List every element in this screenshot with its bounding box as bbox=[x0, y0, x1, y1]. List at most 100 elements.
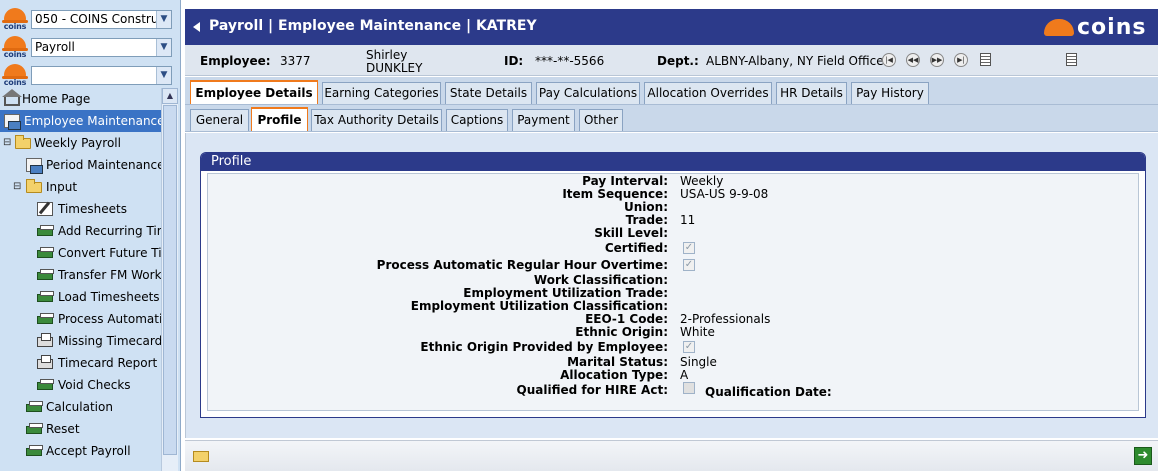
tab-pay-history[interactable]: Pay History bbox=[851, 82, 929, 104]
tab-content: Profile Pay Interval: Weekly Item Sequenc… bbox=[185, 133, 1158, 438]
scrollbar-thumb[interactable] bbox=[163, 105, 177, 455]
field-pay-interval: Pay Interval: Weekly bbox=[582, 174, 724, 188]
coins-logo: coins bbox=[2, 8, 28, 31]
tree-item-missing-timecard[interactable]: Missing Timecard bbox=[0, 330, 162, 352]
navigation-tree: Home Page Employee Maintenance ⊟ Weekly P… bbox=[0, 88, 162, 462]
field-union: Union: bbox=[624, 200, 668, 214]
calculator-icon[interactable] bbox=[980, 53, 991, 66]
coins-logo: coins bbox=[2, 36, 28, 59]
field-emp-util-trade: Employment Utilization Trade: bbox=[463, 286, 668, 300]
employee-label: Employee: bbox=[200, 54, 271, 68]
tab-payment[interactable]: Payment bbox=[512, 109, 575, 131]
employee-id: ***-**-5566 bbox=[535, 54, 605, 68]
tree-item-load-timesheets[interactable]: Load Timesheets bbox=[0, 286, 162, 308]
profile-form: Pay Interval: Weekly Item Sequence: USA-US… bbox=[207, 173, 1139, 411]
tree-item-reset[interactable]: Reset bbox=[0, 418, 162, 440]
allocation-type-value: A bbox=[680, 368, 689, 382]
edit-icon bbox=[37, 202, 53, 216]
last-record-icon[interactable]: ▶| bbox=[954, 53, 968, 67]
field-auto-overtime: Process Automatic Regular Hour Overtime:… bbox=[376, 258, 695, 272]
field-emp-util-classification: Employment Utilization Classification: bbox=[410, 299, 668, 313]
field-eeo1-code: EEO-1 Code: 2-Professionals bbox=[585, 312, 771, 326]
company-select[interactable]: 050 - COINS Constru ▼ bbox=[31, 10, 172, 29]
company-row: coins 050 - COINS Constru ▼ bbox=[0, 6, 180, 32]
trade-value: 11 bbox=[680, 213, 696, 227]
field-trade: Trade: 11 bbox=[625, 213, 696, 227]
tab-general[interactable]: General bbox=[190, 109, 249, 131]
folder-icon bbox=[26, 179, 42, 193]
id-label: ID: bbox=[504, 54, 524, 68]
tree-item-accept-payroll[interactable]: Accept Payroll bbox=[0, 440, 162, 462]
tree-item-period-maintenance[interactable]: Period Maintenance bbox=[0, 154, 162, 176]
tree-item-home-page[interactable]: Home Page bbox=[0, 88, 162, 110]
next-arrow-icon[interactable]: ➜ bbox=[1134, 447, 1152, 465]
tab-tax-authority-details[interactable]: Tax Authority Details bbox=[311, 109, 442, 131]
previous-record-icon[interactable]: ◀◀ bbox=[906, 53, 920, 67]
title-bar: Payroll | Employee Maintenance | KATREY … bbox=[185, 9, 1158, 45]
tab-earning-categories[interactable]: Earning Categories bbox=[322, 82, 441, 104]
tree-item-weekly-payroll[interactable]: ⊟ Weekly Payroll bbox=[0, 132, 162, 154]
tree-item-timecard-report[interactable]: Timecard Report bbox=[0, 352, 162, 374]
back-arrow-icon[interactable] bbox=[193, 22, 200, 32]
tab-captions[interactable]: Captions bbox=[446, 109, 508, 131]
next-record-icon[interactable]: ▶▶ bbox=[930, 53, 944, 67]
collapse-icon[interactable]: ⊟ bbox=[3, 132, 11, 154]
tree-item-input[interactable]: ⊟ Input bbox=[0, 176, 162, 198]
field-work-classification: Work Classification: bbox=[533, 273, 668, 287]
tab-pay-calculations[interactable]: Pay Calculations bbox=[536, 82, 640, 104]
sidebar-scrollbar[interactable]: ▲ bbox=[161, 88, 178, 471]
field-item-sequence: Item Sequence: USA-US 9-9-08 bbox=[562, 187, 769, 201]
primary-tabs: Employee Details Earning Categories Stat… bbox=[185, 77, 1158, 105]
money-icon bbox=[37, 291, 54, 302]
tree-item-timesheets[interactable]: Timesheets bbox=[0, 198, 162, 220]
certified-checkbox: ✓ bbox=[683, 242, 695, 254]
chevron-down-icon[interactable]: ▼ bbox=[156, 39, 171, 56]
collapse-icon[interactable]: ⊟ bbox=[13, 176, 21, 198]
footer-bar: ➜ bbox=[185, 440, 1158, 471]
module-select[interactable]: Payroll ▼ bbox=[31, 38, 172, 57]
tab-hr-details[interactable]: HR Details bbox=[776, 82, 847, 104]
employee-first-name: Shirley bbox=[366, 48, 408, 62]
tab-state-details[interactable]: State Details bbox=[445, 82, 532, 104]
panel-title: Profile bbox=[201, 153, 1145, 171]
employee-header: Employee: 3377 Shirley DUNKLEY ID: ***-*… bbox=[185, 45, 1158, 76]
money-icon bbox=[37, 225, 54, 236]
app-window: coins 050 - COINS Constru ▼ coins Payroll… bbox=[0, 0, 1158, 471]
tree-item-process-automatic[interactable]: Process Automatic bbox=[0, 308, 162, 330]
tab-profile[interactable]: Profile bbox=[251, 107, 308, 131]
printer-icon bbox=[37, 355, 53, 369]
tree-item-employee-maintenance[interactable]: Employee Maintenance bbox=[0, 110, 162, 132]
ethnic-provided-checkbox: ✓ bbox=[683, 341, 695, 353]
money-icon bbox=[37, 247, 54, 258]
first-record-icon[interactable]: |◀ bbox=[882, 53, 896, 67]
scroll-up-icon[interactable]: ▲ bbox=[162, 88, 178, 104]
calculator-icon[interactable] bbox=[1066, 53, 1077, 66]
document-icon bbox=[4, 114, 21, 130]
tree-item-calculation[interactable]: Calculation bbox=[0, 396, 162, 418]
money-icon bbox=[37, 313, 54, 324]
item-sequence-value: USA-US 9-9-08 bbox=[680, 187, 769, 201]
tree-item-add-recurring[interactable]: Add Recurring Tim bbox=[0, 220, 162, 242]
field-skill-level: Skill Level: bbox=[594, 226, 668, 240]
chevron-down-icon[interactable]: ▼ bbox=[156, 67, 171, 84]
tree-item-transfer-fm[interactable]: Transfer FM Work bbox=[0, 264, 162, 286]
money-icon bbox=[26, 401, 43, 412]
ethnic-origin-value: White bbox=[680, 325, 715, 339]
tab-employee-details[interactable]: Employee Details bbox=[190, 80, 318, 104]
money-icon bbox=[37, 269, 54, 280]
function-select[interactable]: ▼ bbox=[31, 66, 172, 85]
coins-brand-logo: coins bbox=[1044, 15, 1154, 41]
chevron-down-icon[interactable]: ▼ bbox=[156, 11, 171, 28]
money-icon bbox=[37, 379, 54, 390]
main-area: Payroll | Employee Maintenance | KATREY … bbox=[185, 0, 1158, 471]
tree-item-void-checks[interactable]: Void Checks bbox=[0, 374, 162, 396]
field-allocation-type: Allocation Type: A bbox=[560, 368, 689, 382]
field-ethnic-provided: Ethnic Origin Provided by Employee: ✓ bbox=[420, 340, 695, 354]
sidebar: coins 050 - COINS Constru ▼ coins Payroll… bbox=[0, 0, 181, 471]
tab-allocation-overrides[interactable]: Allocation Overrides bbox=[644, 82, 772, 104]
field-hire-act: Qualified for HIRE Act:✓Qualification Da… bbox=[516, 382, 832, 399]
tree-item-convert-future[interactable]: Convert Future Ti bbox=[0, 242, 162, 264]
money-icon bbox=[26, 445, 43, 456]
open-folder-icon[interactable] bbox=[193, 451, 209, 462]
tab-other[interactable]: Other bbox=[579, 109, 623, 131]
